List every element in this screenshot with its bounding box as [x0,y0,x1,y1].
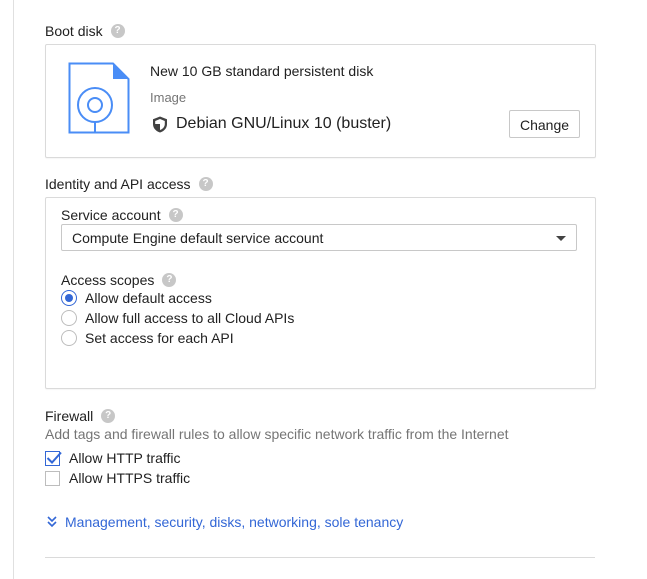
double-chevron-down-icon [47,516,57,528]
service-account-label-row: Service account ? [61,207,183,223]
help-icon[interactable]: ? [162,273,177,287]
service-account-label: Service account [61,207,161,223]
boot-disk-card: New 10 GB standard persistent disk Image… [45,44,596,158]
disk-name: New 10 GB standard persistent disk [150,63,374,79]
disk-type-label: Image [150,90,187,105]
checkmark-icon [46,451,62,464]
caret-down-icon [556,236,566,241]
radio-label: Set access for each API [85,330,234,346]
identity-card: Service account ? Compute Engine default… [45,197,596,389]
checkbox-allow-http[interactable]: Allow HTTP traffic [45,450,181,466]
radio-allow-default-access[interactable]: Allow default access [61,290,212,306]
firewall-title: Firewall [45,408,94,424]
management-link-label[interactable]: Management, security, disks, networking,… [65,514,403,530]
checkbox-checked[interactable] [45,450,62,466]
boot-disk-heading: Boot disk ? [45,23,125,39]
help-icon[interactable]: ? [198,177,213,191]
checkbox-label: Allow HTTP traffic [69,450,181,466]
access-scopes-label-row: Access scopes ? [61,272,177,288]
os-row: Debian GNU/Linux 10 (buster) [152,115,391,133]
change-button[interactable]: Change [509,110,581,138]
boot-disk-title: Boot disk [45,23,103,39]
firewall-heading: Firewall ? [45,408,116,424]
left-divider [13,0,14,579]
service-account-select[interactable]: Compute Engine default service account [61,224,577,251]
disk-image-icon [68,62,130,134]
radio-button-selected[interactable] [61,290,77,306]
firewall-description: Add tags and firewall rules to allow spe… [45,426,509,442]
management-expand-link[interactable]: Management, security, disks, networking,… [47,514,403,530]
radio-label: Allow default access [85,290,212,306]
radio-button[interactable] [61,330,77,346]
help-icon[interactable]: ? [110,24,125,38]
identity-heading: Identity and API access ? [45,176,213,192]
radio-button[interactable] [61,310,77,326]
help-icon[interactable]: ? [168,208,183,222]
radio-allow-full-access[interactable]: Allow full access to all Cloud APIs [61,310,294,326]
shield-icon [153,116,167,132]
os-name: Debian GNU/Linux 10 (buster) [176,115,392,132]
access-scopes-label: Access scopes [61,272,155,288]
checkbox-allow-https[interactable]: Allow HTTPS traffic [45,470,190,486]
bottom-divider [45,557,595,558]
checkbox[interactable] [45,470,60,486]
service-account-value: Compute Engine default service account [72,230,324,246]
radio-set-access-each-api[interactable]: Set access for each API [61,330,234,346]
radio-label: Allow full access to all Cloud APIs [85,310,295,326]
identity-title: Identity and API access [45,176,191,192]
checkbox-label: Allow HTTPS traffic [69,470,191,486]
help-icon[interactable]: ? [101,409,116,423]
